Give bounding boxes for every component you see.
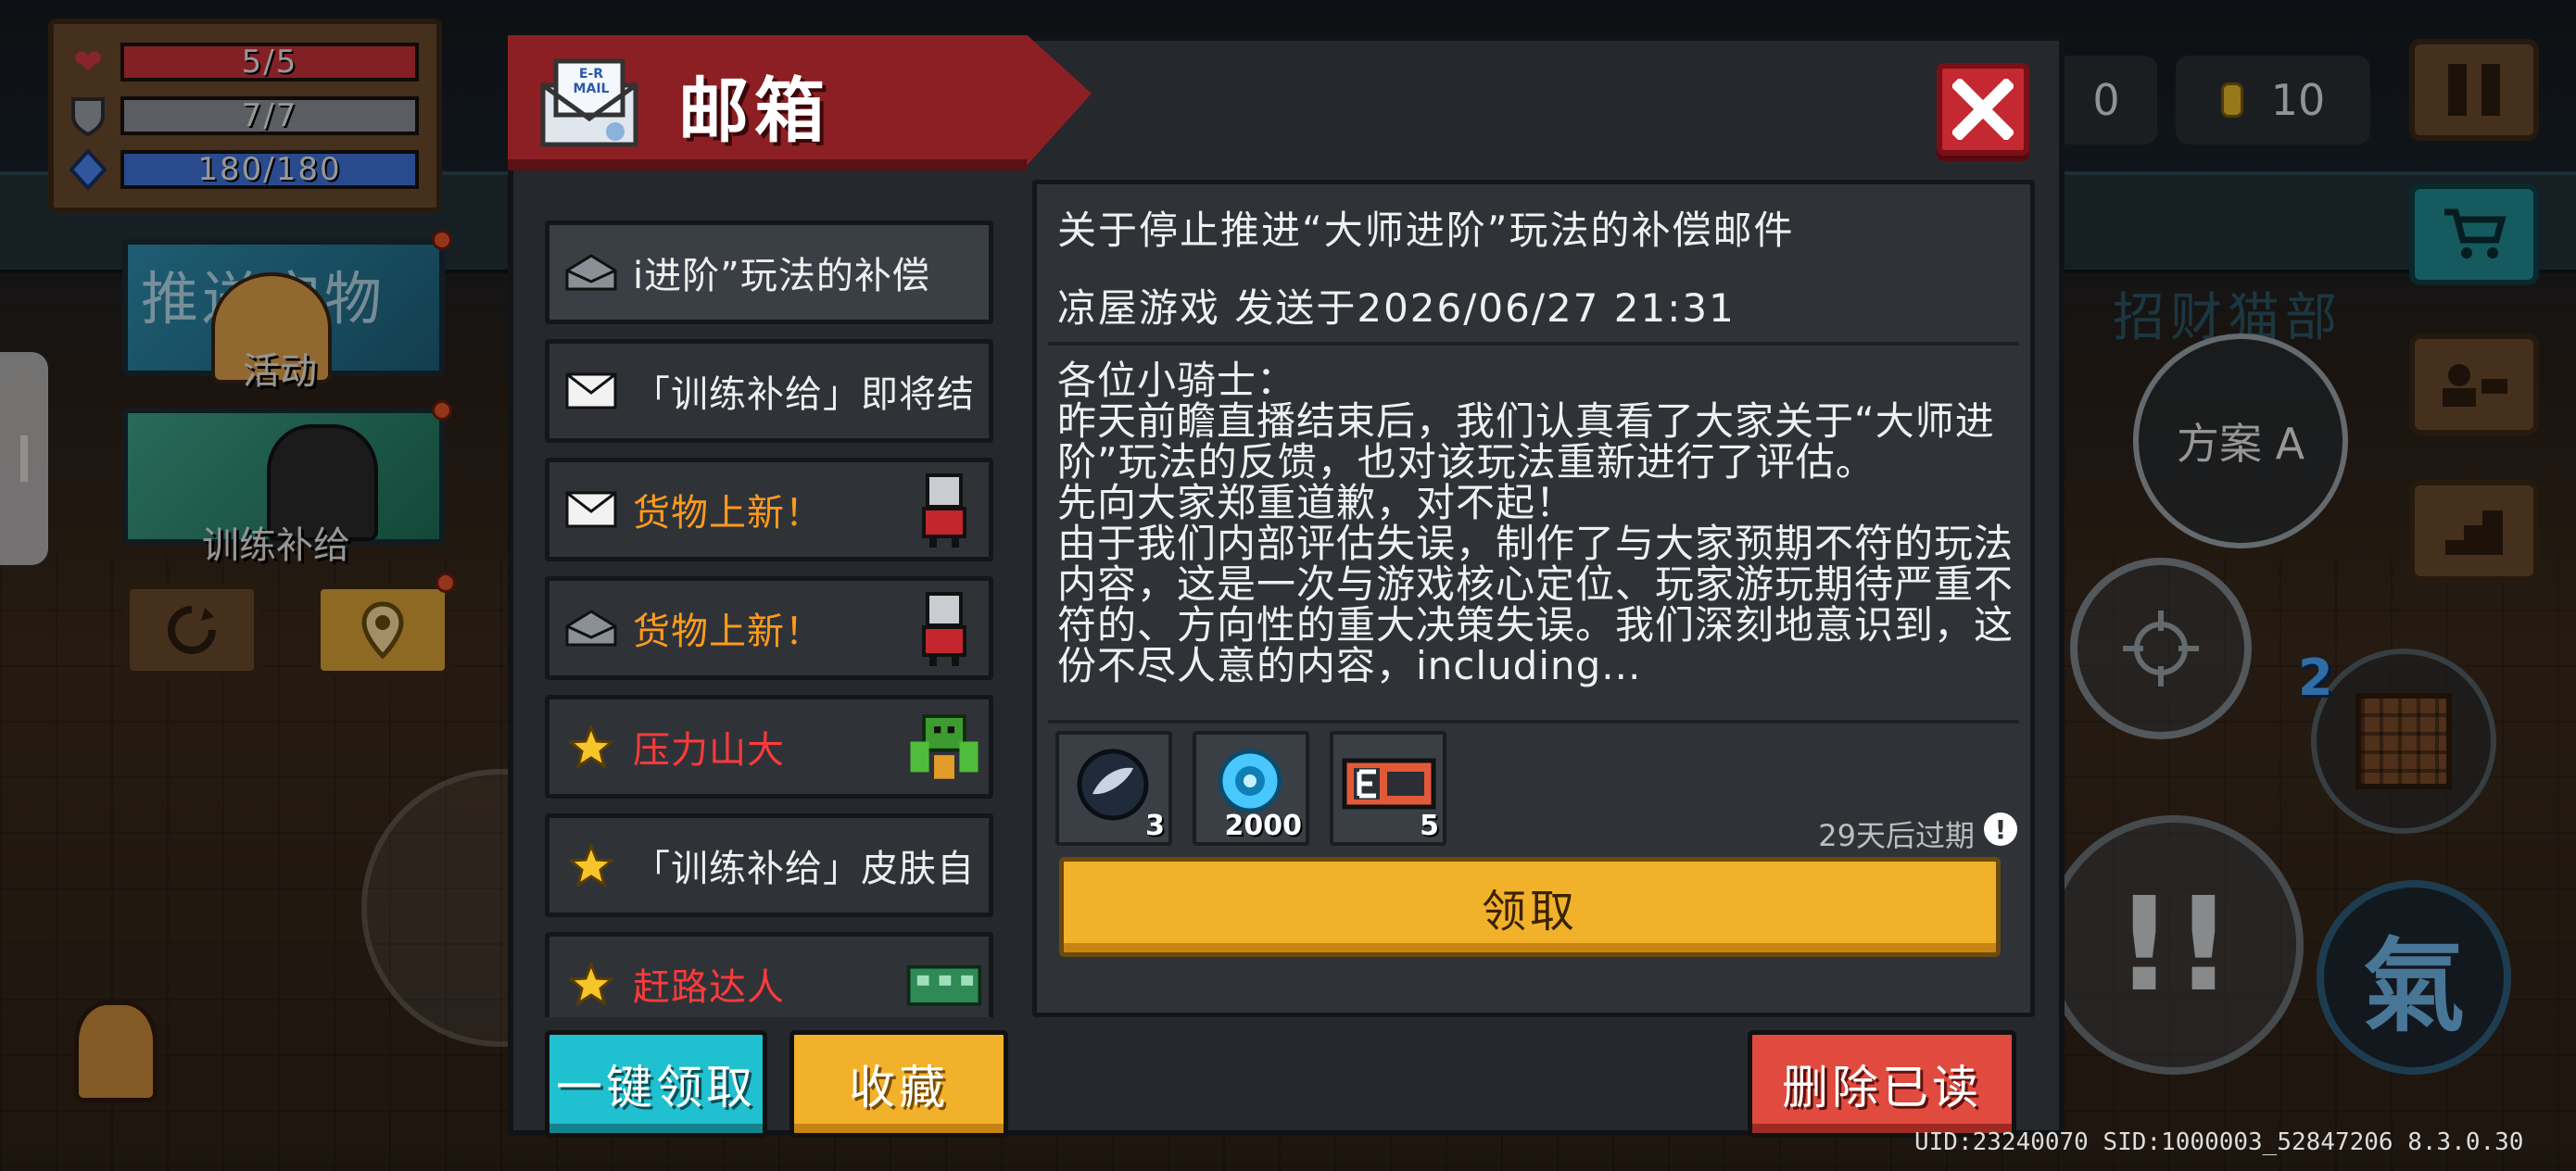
- star-icon: [564, 963, 618, 1005]
- uid-info: UID:23240070 SID:1000003_52847206 8.3.0.…: [1914, 1128, 2524, 1156]
- envelope-icon: [564, 488, 618, 531]
- title-banner-edge: [508, 159, 1027, 170]
- close-button[interactable]: [1937, 63, 2029, 156]
- green-train-thumb: [905, 938, 983, 1017]
- star-icon: [564, 725, 618, 768]
- mail-body-paragraph: 昨天前瞻直播结束后，我们认真看了大家关于“大师进阶”玩法的反馈，也对该玩法重新进…: [1057, 398, 1995, 485]
- mail-body-paragraph: 各位小骑士：: [1057, 360, 1297, 403]
- mail-item[interactable]: 赶路达人: [545, 932, 993, 1017]
- mail-item[interactable]: 货物上新！: [545, 458, 993, 561]
- claim-button[interactable]: 领取: [1059, 857, 2001, 957]
- opened-envelope-icon: [564, 607, 618, 649]
- mail-item-title: 压力山大: [633, 729, 785, 772]
- reward-slot[interactable]: 3: [1055, 731, 1172, 846]
- mail-body[interactable]: 各位小骑士： 昨天前瞻直播结束后，我们认真看了大家关于“大师进阶”玩法的反馈，也…: [1057, 360, 2030, 712]
- mail-list[interactable]: i进阶”玩法的补偿 「训练补给」即将结 货物上新！ 货物上新！ 压力山大 「训练…: [545, 180, 999, 1017]
- envelope-icon: [564, 370, 618, 412]
- mail-item-title: 赶路达人: [633, 966, 785, 1009]
- favorite-button[interactable]: 收藏: [789, 1030, 1008, 1138]
- mail-item-title: i进阶”玩法的补偿: [633, 255, 930, 297]
- info-alert-icon[interactable]: !: [1984, 812, 2017, 846]
- opened-envelope-icon: [564, 251, 618, 294]
- cat-merchant-thumb: [905, 463, 983, 556]
- mail-body-paragraph: 由于我们内部评估失误，制作了与大家预期不符的玩法内容，这是一次与游戏核心定位、玩…: [1057, 521, 2014, 688]
- claim-all-button[interactable]: 一键领取: [545, 1030, 767, 1138]
- mail-icon-text: E-R MAIL: [573, 67, 610, 96]
- divider: [1048, 720, 2019, 724]
- delete-read-button[interactable]: 删除已读: [1748, 1030, 2016, 1138]
- divider: [1048, 342, 2019, 346]
- cat-merchant-thumb: [905, 582, 983, 674]
- star-icon: [564, 844, 618, 887]
- reward-count: 2000: [1224, 810, 1303, 842]
- mail-detail-sender: 凉屋游戏 发送于2026/06/27 21:31: [1057, 285, 1736, 331]
- mail-detail-title: 关于停止推进“大师进阶”玩法的补偿邮件: [1057, 208, 1795, 253]
- mail-item[interactable]: 「训练补给」皮肤自: [545, 813, 993, 917]
- mail-item[interactable]: i进阶”玩法的补偿: [545, 220, 993, 324]
- mail-item[interactable]: 压力山大: [545, 695, 993, 799]
- reward-count: 3: [1145, 810, 1165, 842]
- mail-body-paragraph: 先向大家郑重道歉，对不起！: [1057, 480, 1576, 525]
- mail-item-title: 货物上新！: [633, 492, 823, 535]
- green-monster-thumb: [905, 700, 983, 793]
- mail-item[interactable]: 货物上新！: [545, 576, 993, 680]
- mail-item-title: 「训练补给」即将结: [633, 373, 975, 416]
- mail-item[interactable]: 「训练补给」即将结: [545, 339, 993, 443]
- mail-item-title: 「训练补给」皮肤自: [633, 848, 975, 890]
- close-x-icon: [1952, 79, 2014, 140]
- mailbox-dialog: E-R MAIL 邮箱 i进阶”玩法的补偿 「训练补给」即将结 货物上新！ 货物…: [508, 35, 2065, 1138]
- reward-count: 5: [1420, 810, 1439, 842]
- dialog-title: 邮箱: [678, 69, 830, 152]
- reward-slot[interactable]: 2000: [1193, 731, 1309, 846]
- expire-text: 29天后过期: [1818, 818, 1975, 853]
- reward-slot[interactable]: 5: [1330, 731, 1446, 846]
- mail-item-title: 货物上新！: [633, 611, 823, 653]
- mail-envelope-icon: E-R MAIL: [539, 57, 639, 150]
- mail-detail-panel: 关于停止推进“大师进阶”玩法的补偿邮件 凉屋游戏 发送于2026/06/27 2…: [1032, 180, 2035, 1017]
